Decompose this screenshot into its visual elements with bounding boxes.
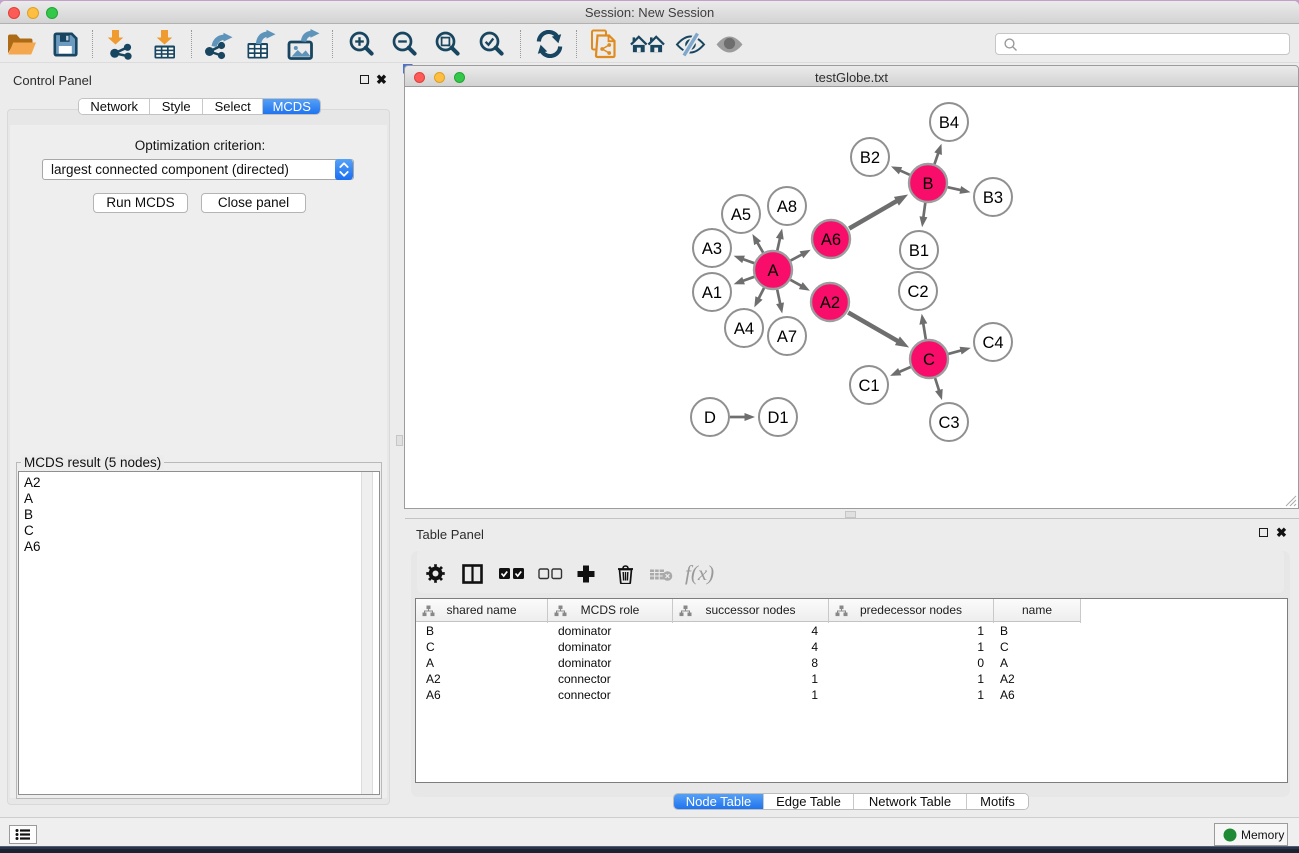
svg-text:A7: A7 bbox=[777, 328, 797, 346]
svg-text:C4: C4 bbox=[982, 334, 1003, 352]
svg-text:A6: A6 bbox=[821, 231, 841, 249]
svg-text:B4: B4 bbox=[939, 114, 959, 132]
svg-text:A: A bbox=[767, 262, 778, 280]
svg-text:A4: A4 bbox=[734, 320, 754, 338]
svg-text:A5: A5 bbox=[731, 206, 751, 224]
svg-text:C1: C1 bbox=[858, 377, 879, 395]
svg-text:A1: A1 bbox=[702, 284, 722, 302]
svg-text:D1: D1 bbox=[767, 409, 788, 427]
svg-text:A3: A3 bbox=[702, 240, 722, 258]
svg-text:B3: B3 bbox=[983, 189, 1003, 207]
svg-text:B: B bbox=[922, 175, 933, 193]
svg-text:C2: C2 bbox=[907, 283, 928, 301]
svg-text:A8: A8 bbox=[777, 198, 797, 216]
svg-text:C3: C3 bbox=[938, 414, 959, 432]
svg-text:B2: B2 bbox=[860, 149, 880, 167]
svg-text:D: D bbox=[704, 409, 716, 427]
svg-text:B1: B1 bbox=[909, 242, 929, 260]
svg-text:C: C bbox=[923, 351, 935, 369]
svg-text:A2: A2 bbox=[820, 294, 840, 312]
